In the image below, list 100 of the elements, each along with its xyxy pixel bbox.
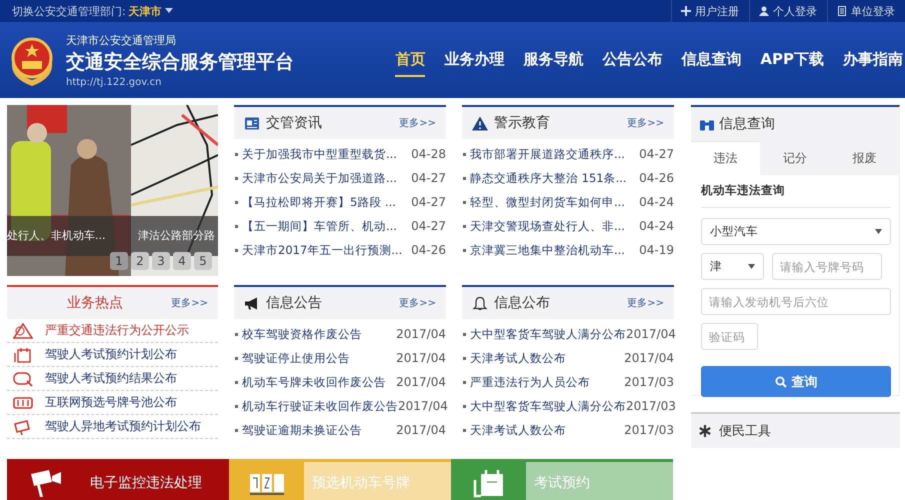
more-link[interactable]: 更多>>: [171, 296, 208, 310]
nav-tab[interactable]: 服务导航: [523, 44, 584, 76]
news-link[interactable]: 天津考试人数公布: [470, 350, 566, 366]
department-selector[interactable]: 天津市: [128, 4, 162, 18]
bell-icon: [472, 296, 488, 310]
news-date: 2017/03: [624, 423, 674, 437]
captcha-field[interactable]: 验证码: [701, 323, 758, 350]
news-link[interactable]: 天津交警现场查处行人、非...: [470, 218, 625, 234]
plate-number-field[interactable]: 请输入号牌号码: [772, 253, 882, 280]
form-title: 机动车违法查询: [701, 175, 891, 208]
query-tab[interactable]: 报废: [830, 141, 899, 175]
license-plate-icon: [13, 394, 33, 410]
news-link[interactable]: 驾驶证逾期未换证公告: [242, 422, 362, 438]
news-link[interactable]: 【马拉松即将开赛】5路段 ...: [242, 194, 396, 210]
dropdown-arrow-icon[interactable]: [748, 264, 755, 269]
panel-title: 信息公告: [266, 294, 322, 312]
shortcut-tile[interactable]: 电子监控违法处理: [7, 459, 229, 500]
news-link[interactable]: 机动车号牌未收回作废公告: [242, 374, 386, 390]
news-link[interactable]: 天津市公安局关于加强道路...: [242, 170, 397, 186]
news-link[interactable]: 天津市2017年五一出行预测...: [242, 242, 402, 258]
query-tab[interactable]: 违法: [691, 141, 760, 175]
more-link[interactable]: 更多>>: [627, 116, 664, 130]
news-date: 04-28: [411, 147, 446, 161]
slide-page-button[interactable]: 2: [131, 252, 149, 270]
slide-page-button[interactable]: 4: [173, 252, 191, 270]
news-link[interactable]: 我市部署开展道路交通秩序...: [470, 146, 625, 162]
news-date: 2017/04: [624, 351, 674, 365]
site-title: 交通安全综合服务管理平台: [66, 50, 294, 74]
dropdown-arrow-icon[interactable]: [875, 229, 882, 234]
panel-title: 信息查询: [719, 115, 775, 133]
news-date: 04-24: [639, 219, 674, 233]
tile-label: 预选机动车号牌: [304, 462, 451, 500]
nav-tab[interactable]: 业务办理: [444, 44, 504, 76]
news-link[interactable]: 静态交通秩序大整治 151条...: [470, 170, 627, 186]
nav-tab[interactable]: 公告公布: [602, 44, 662, 76]
news-link[interactable]: 轻型、微型封闭货车如何申...: [470, 194, 625, 210]
news-date: 04-19: [639, 243, 674, 257]
more-link[interactable]: 更多>>: [399, 296, 436, 310]
news-date: 2017/04: [398, 399, 448, 413]
engine-number-field[interactable]: 请输入发动机号后六位: [701, 288, 891, 315]
megaphone-icon: [244, 296, 260, 310]
tile-label: 考试预约: [526, 462, 673, 500]
news-date: 2017/04: [396, 351, 446, 365]
organization-name: 天津市公安交通管理局: [66, 32, 177, 48]
asterisk-icon: [699, 425, 711, 437]
news-link[interactable]: 驾驶证停止使用公告: [242, 350, 350, 366]
news-date: 04-26: [639, 171, 674, 185]
hot-topic-link[interactable]: 互联网预选号牌号池公布: [45, 394, 177, 411]
panel-title: 业务热点: [67, 294, 123, 312]
person-icon: [759, 6, 769, 16]
news-date: 04-27: [411, 171, 446, 185]
query-button[interactable]: 查询: [701, 366, 891, 397]
news-link[interactable]: 机动车行驶证未收回作废公告: [242, 398, 398, 414]
news-link[interactable]: 校车驾驶资格作废公告: [242, 326, 362, 342]
department-label: 切换公安交通管理部门:: [12, 4, 126, 18]
news-link[interactable]: 严重违法行为人员公布: [470, 374, 590, 390]
news-link[interactable]: 京津冀三地集中整治机动车...: [470, 242, 625, 258]
news-date: 2017/03: [626, 399, 676, 413]
news-link[interactable]: 天津考试人数公布: [470, 422, 566, 438]
query-tab[interactable]: 记分: [760, 141, 830, 175]
caret-icon[interactable]: [164, 8, 173, 14]
vehicle-type-select[interactable]: 小型汽车: [701, 218, 891, 245]
site-url: http://tj.122.gov.cn: [66, 76, 162, 88]
more-link[interactable]: 更多>>: [399, 116, 436, 130]
slide-page-button[interactable]: 1: [110, 252, 128, 270]
news-date: 2017/04: [626, 327, 676, 341]
slide-page-button[interactable]: 5: [194, 252, 212, 270]
search-icon: [774, 376, 786, 388]
news-date: 2017/04: [396, 375, 446, 389]
news-date: 2017/04: [396, 423, 446, 437]
news-link[interactable]: 大中型客货车驾驶人满分公布: [470, 326, 626, 342]
nav-tab[interactable]: APP下载: [760, 44, 824, 76]
slide-page-button[interactable]: 3: [152, 252, 170, 270]
province-select[interactable]: 津: [701, 253, 764, 280]
panel-title: 警示教育: [494, 114, 550, 132]
news-date: 04-24: [639, 195, 674, 209]
hot-topic-link[interactable]: 驾驶人异地考试预约计划公布: [45, 418, 201, 435]
news-date: 04-27: [639, 147, 674, 161]
hot-topic-link[interactable]: 驾驶人考试预约结果公布: [45, 370, 177, 387]
nav-tab[interactable]: 首页: [395, 44, 426, 76]
slide-caption[interactable]: 津沽公路部分路: [138, 228, 215, 243]
panel-title: 信息公布: [494, 294, 550, 312]
news-date: 2017/03: [624, 375, 674, 389]
warning-icon: [13, 322, 33, 338]
news-link[interactable]: 【五一期间】车管所、机动...: [242, 218, 397, 234]
newspaper-icon: [244, 116, 260, 130]
news-date: 04-27: [411, 195, 446, 209]
more-link[interactable]: 更多>>: [627, 296, 664, 310]
panel-title: 便民工具: [719, 423, 771, 440]
nav-tab[interactable]: 办事指南: [843, 44, 903, 76]
panel-title: 交管资讯: [266, 114, 322, 132]
hot-topic-link[interactable]: 驾驶人考试预约计划公布: [45, 346, 177, 363]
news-link[interactable]: 大中型客货车驾驶人满分公布: [470, 398, 626, 414]
hot-topic-link[interactable]: 严重交通违法行为公开公示: [45, 322, 189, 339]
nav-tab[interactable]: 信息查询: [681, 44, 742, 76]
news-date: 04-27: [411, 219, 446, 233]
warning-icon: [472, 116, 488, 130]
tile-label: 电子监控违法处理: [89, 474, 203, 493]
document-icon: [837, 6, 847, 16]
news-link[interactable]: 关于加强我市中型重型载货...: [242, 146, 397, 162]
